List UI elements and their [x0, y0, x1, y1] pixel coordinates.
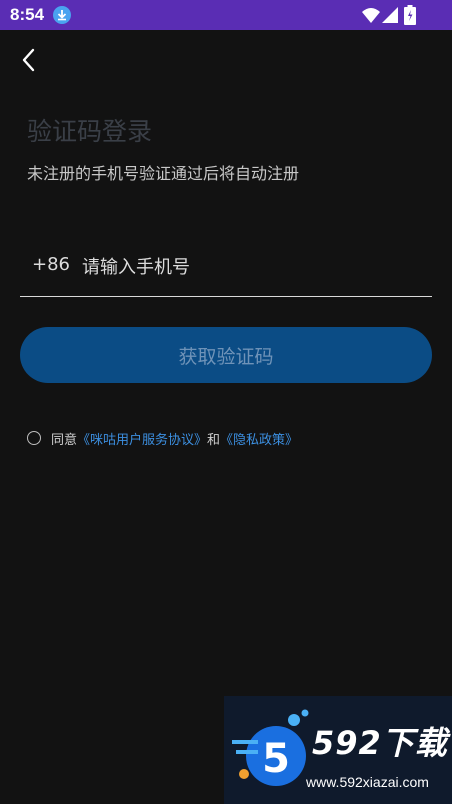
status-bar: 8:54: [0, 0, 452, 30]
chevron-left-icon: [22, 48, 35, 72]
watermark-logo-icon: 5: [232, 709, 309, 786]
watermark-title: 592下载: [312, 724, 448, 762]
wifi-icon: [362, 8, 380, 23]
agreement-row: 同意 《咪咕用户服务协议》 和 《隐私政策》: [27, 428, 298, 448]
battery-icon: [404, 5, 416, 25]
watermark-url: www.592xiazai.com: [306, 774, 429, 790]
country-code[interactable]: +86: [32, 254, 70, 275]
back-button[interactable]: [14, 46, 42, 74]
download-icon: [53, 6, 71, 24]
page-subtitle: 未注册的手机号验证通过后将自动注册: [27, 164, 300, 183]
phone-input-row: +86: [20, 246, 432, 297]
watermark: 5 592下载 www.592xiazai.com: [224, 696, 452, 804]
get-code-button[interactable]: 获取验证码: [20, 327, 432, 383]
status-time: 8:54: [10, 5, 45, 24]
agree-conjunction: 和: [207, 432, 221, 448]
privacy-policy-link[interactable]: 《隐私政策》: [220, 429, 298, 448]
signal-icon: [382, 7, 398, 23]
user-agreement-link[interactable]: 《咪咕用户服务协议》: [77, 429, 207, 448]
phone-input[interactable]: [80, 248, 424, 286]
agree-prefix: 同意: [51, 432, 78, 448]
page-title: 验证码登录: [27, 117, 153, 146]
agree-radio[interactable]: [27, 431, 41, 445]
svg-text:5: 5: [262, 736, 290, 782]
